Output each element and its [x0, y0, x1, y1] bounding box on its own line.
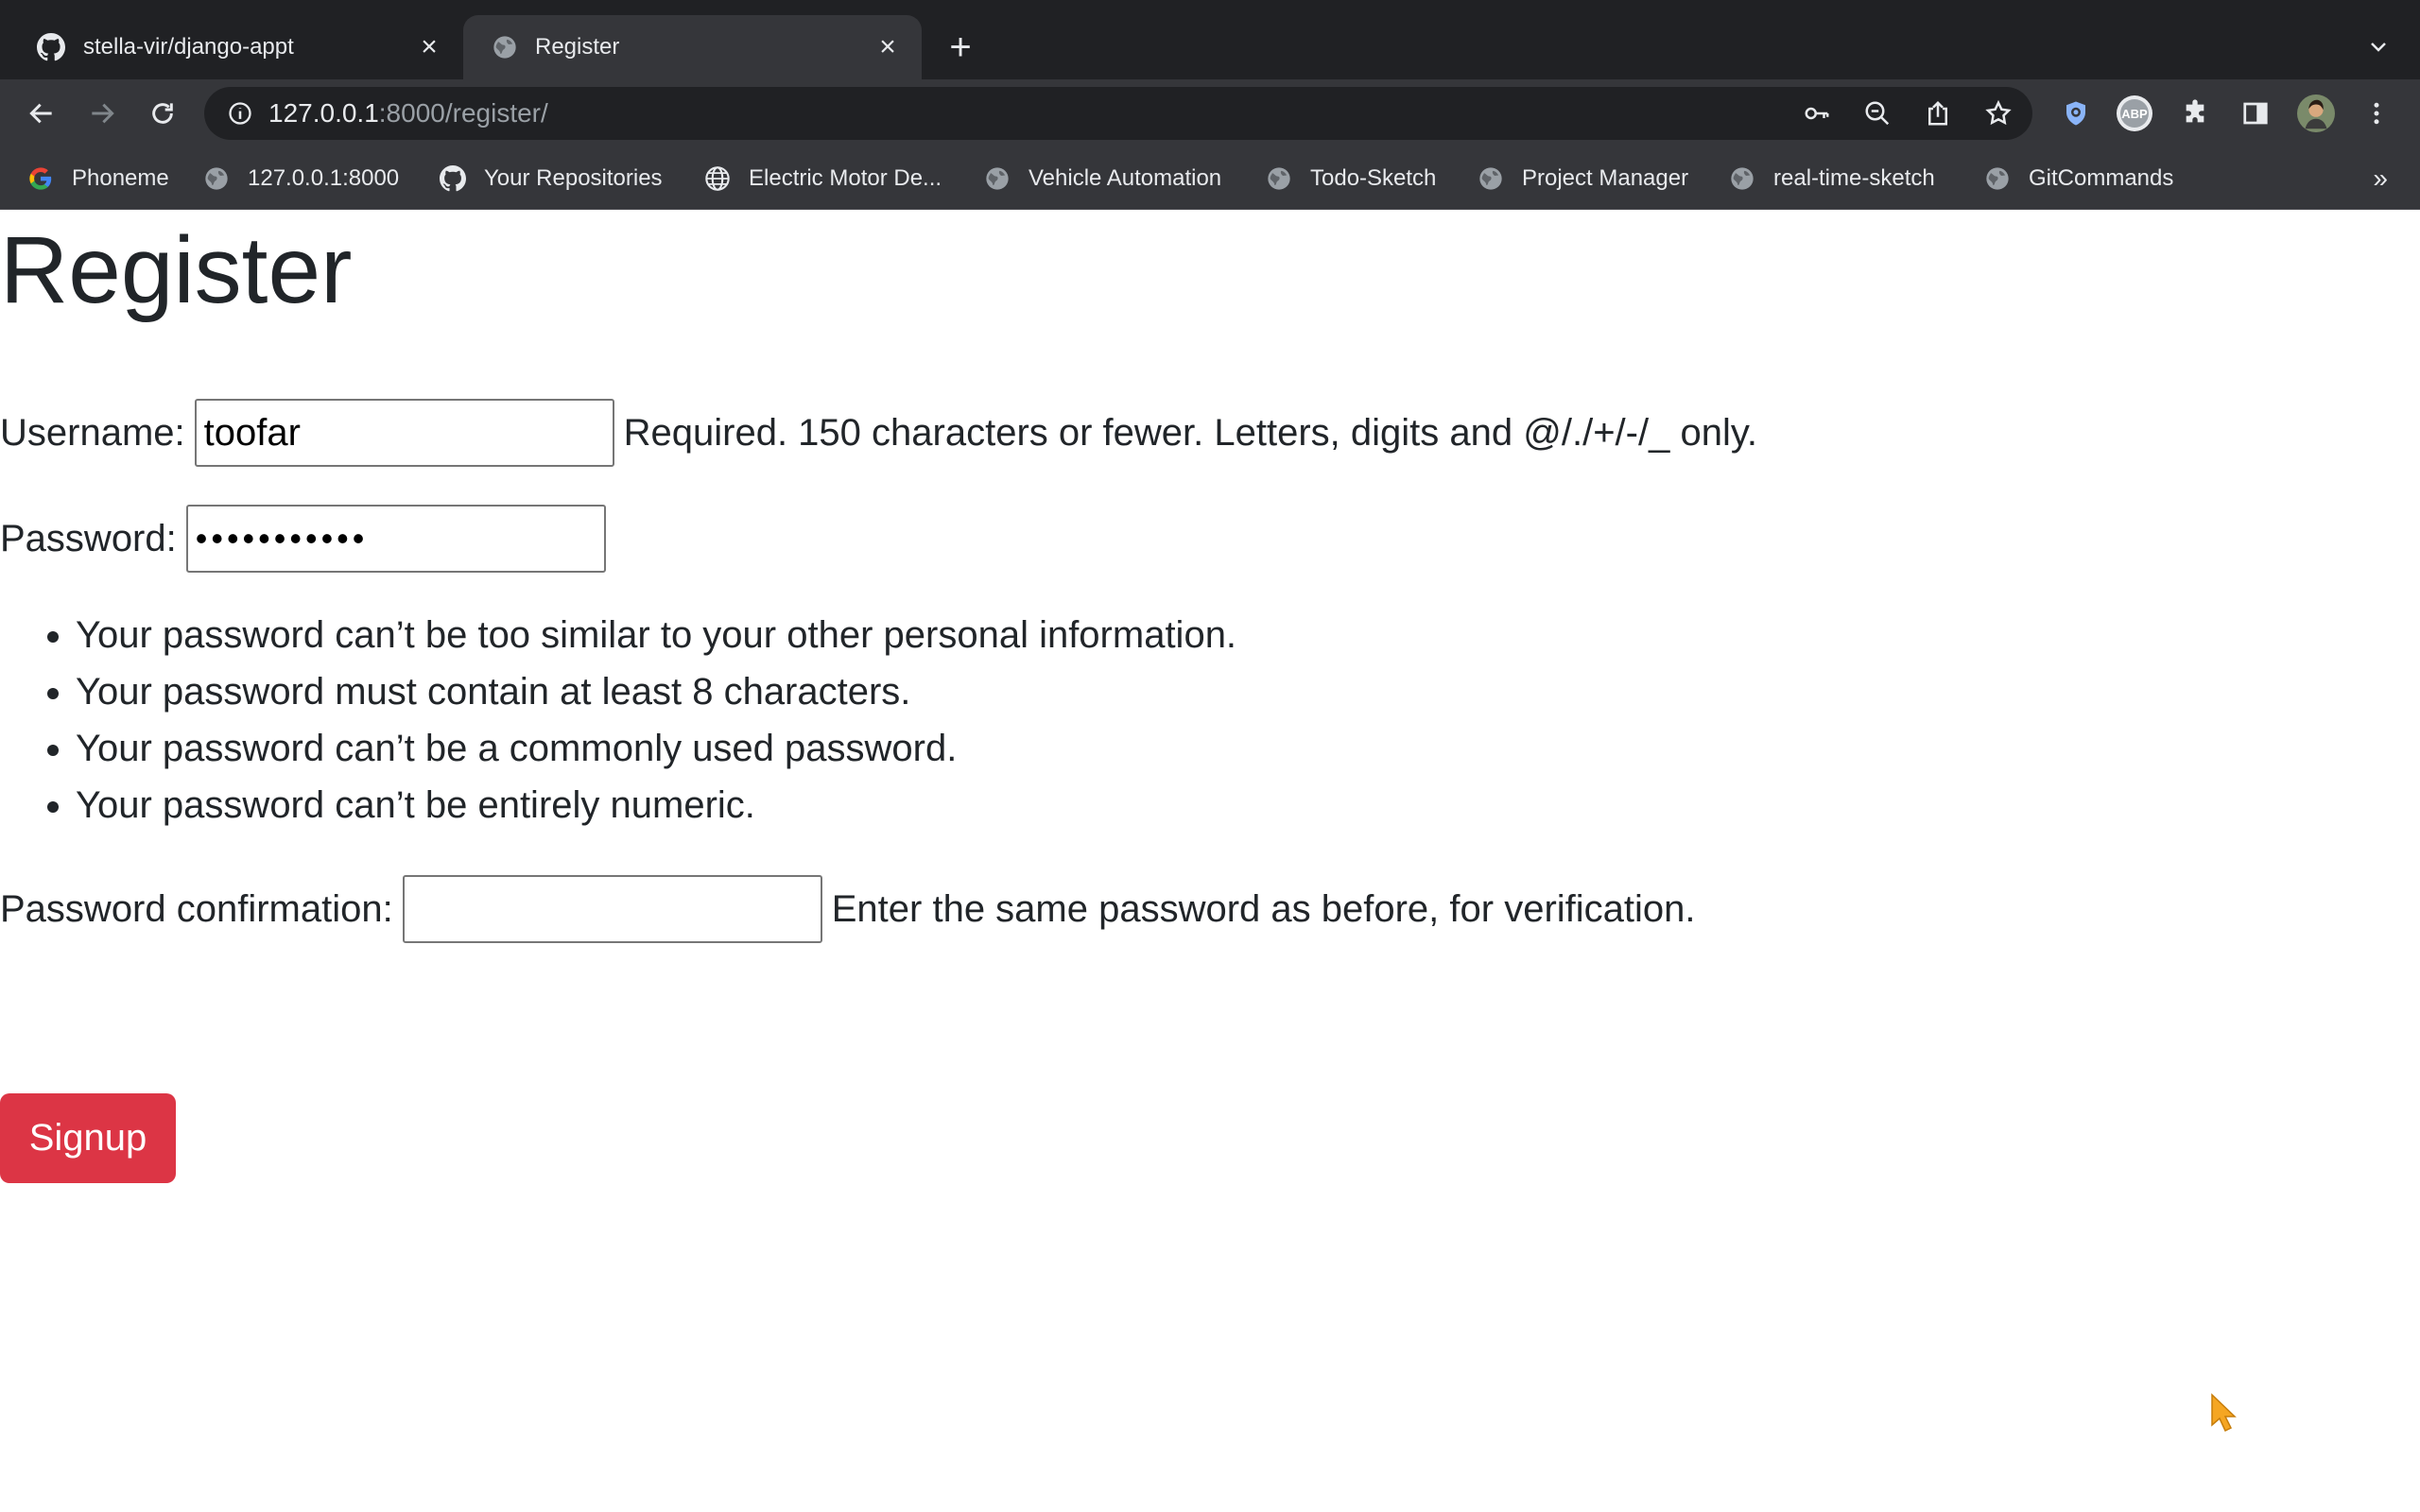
- password-confirmation-label: Password confirmation:: [0, 887, 393, 930]
- bookmark-star-icon[interactable]: [1983, 98, 2014, 129]
- bookmark-gitcommands[interactable]: GitCommands: [1983, 161, 2173, 197]
- bookmark-phoneme[interactable]: Phoneme: [26, 161, 169, 197]
- bookmark-real-time-sketch[interactable]: real-time-sketch: [1728, 161, 1935, 197]
- google-icon: [26, 164, 55, 193]
- profile-avatar-icon[interactable]: [2297, 94, 2335, 132]
- url-path: :8000/register/: [378, 98, 548, 128]
- close-tab-icon[interactable]: ×: [414, 31, 444, 62]
- bookmark-label: Your Repositories: [484, 165, 663, 191]
- globe-icon: [202, 164, 231, 193]
- password-label: Password:: [0, 517, 177, 559]
- bookmark-todo-sketch[interactable]: Todo-Sketch: [1265, 161, 1436, 197]
- username-row: Username: toofar Required. 150 character…: [0, 399, 1757, 467]
- bookmarks-overflow-icon[interactable]: »: [2373, 161, 2388, 197]
- bookmark-label: real-time-sketch: [1773, 165, 1935, 191]
- key-icon[interactable]: [1802, 98, 1832, 129]
- world-icon: [703, 164, 732, 193]
- username-help-text: Required. 150 characters or fewer. Lette…: [623, 411, 1757, 454]
- side-panel-icon[interactable]: [2237, 94, 2274, 132]
- bookmark-label: Electric Motor De...: [749, 165, 942, 191]
- list-item: Your password must contain at least 8 ch…: [76, 663, 1236, 720]
- bookmark-localhost[interactable]: 127.0.0.1:8000: [202, 161, 399, 197]
- bookmark-label: GitCommands: [2029, 165, 2174, 191]
- list-item: Your password can’t be entirely numeric.: [76, 777, 1236, 833]
- globe-icon: [1983, 164, 2012, 193]
- info-icon[interactable]: [225, 98, 255, 129]
- username-label: Username:: [0, 411, 185, 454]
- bookmark-label: Todo-Sketch: [1310, 165, 1437, 191]
- page-title: Register: [0, 217, 353, 323]
- bookmark-label: 127.0.0.1:8000: [248, 165, 400, 191]
- chevron-down-icon[interactable]: [2363, 32, 2394, 62]
- password-input[interactable]: •••••••••••: [185, 505, 606, 573]
- url-host: 127.0.0.1: [268, 98, 379, 128]
- browser-toolbar: 127.0.0.1:8000/register/ ABP: [0, 79, 2420, 147]
- list-item: Your password can’t be a commonly used p…: [76, 720, 1236, 777]
- bookmark-vehicle-automation[interactable]: Vehicle Automation: [983, 161, 1221, 197]
- new-tab-icon[interactable]: +: [942, 26, 979, 68]
- abp-label: ABP: [2121, 107, 2148, 121]
- tab-title: Register: [535, 34, 620, 60]
- globe-icon: [490, 32, 520, 62]
- bookmark-electric-motor[interactable]: Electric Motor De...: [703, 161, 942, 197]
- back-arrow-icon[interactable]: [23, 94, 60, 132]
- share-icon[interactable]: [1923, 98, 1953, 129]
- address-bar[interactable]: 127.0.0.1:8000/register/: [204, 87, 2032, 140]
- adblock-plus-icon[interactable]: ABP: [2116, 94, 2153, 132]
- github-icon: [439, 164, 467, 193]
- password-masked-value: •••••••••••: [195, 519, 369, 558]
- password-rules-list: Your password can’t be too similar to yo…: [0, 607, 1236, 833]
- forward-arrow-icon[interactable]: [83, 94, 121, 132]
- signup-button[interactable]: Signup: [0, 1093, 176, 1183]
- tab-strip: stella-vir/django-appt × Register × +: [0, 0, 2420, 79]
- password-row: Password: •••••••••••: [0, 505, 606, 573]
- bookmark-label: Phoneme: [72, 165, 169, 191]
- tab-github-repo[interactable]: stella-vir/django-appt ×: [0, 15, 463, 79]
- bookmarks-bar: Phoneme 127.0.0.1:8000 Your Repositories…: [0, 147, 2420, 210]
- bookmark-label: Project Manager: [1522, 165, 1689, 191]
- mouse-cursor-icon: [2211, 1393, 2237, 1433]
- shield-extension-icon[interactable]: [2057, 94, 2095, 132]
- github-icon: [36, 32, 66, 62]
- bookmark-label: Vehicle Automation: [1028, 165, 1222, 191]
- url-text[interactable]: 127.0.0.1:8000/register/: [268, 87, 548, 140]
- reload-icon[interactable]: [144, 94, 182, 132]
- page-content: Register Username: toofar Required. 150 …: [0, 210, 2420, 1512]
- username-input[interactable]: toofar: [194, 399, 614, 467]
- password-confirmation-help-text: Enter the same password as before, for v…: [831, 887, 1696, 930]
- bookmark-project-manager[interactable]: Project Manager: [1477, 161, 1688, 197]
- puzzle-extensions-icon[interactable]: [2176, 94, 2214, 132]
- tab-title: stella-vir/django-appt: [83, 34, 294, 60]
- globe-icon: [1477, 164, 1505, 193]
- password-confirmation-input[interactable]: [402, 875, 822, 943]
- kebab-menu-icon[interactable]: [2358, 94, 2395, 132]
- list-item: Your password can’t be too similar to yo…: [76, 607, 1236, 663]
- bookmark-your-repositories[interactable]: Your Repositories: [439, 161, 663, 197]
- globe-icon: [1265, 164, 1293, 193]
- tab-register[interactable]: Register ×: [463, 15, 922, 79]
- close-tab-icon[interactable]: ×: [873, 31, 903, 62]
- zoom-out-icon[interactable]: [1862, 98, 1893, 129]
- globe-icon: [1728, 164, 1756, 193]
- globe-icon: [983, 164, 1011, 193]
- password-confirmation-row: Password confirmation: Enter the same pa…: [0, 875, 1696, 943]
